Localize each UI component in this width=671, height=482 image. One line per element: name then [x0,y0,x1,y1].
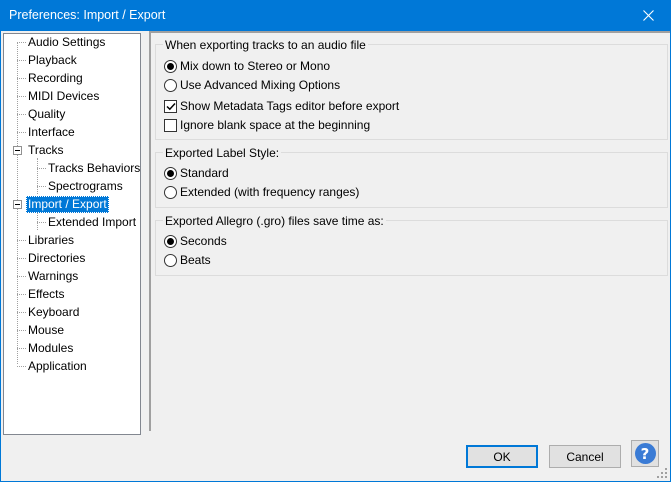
beats-label: Beats [180,253,211,267]
tree-item-interface[interactable]: Interface [26,124,77,141]
tree-item-audio-settings[interactable]: Audio Settings [26,34,107,51]
close-icon [642,10,654,21]
tree-item-keyboard[interactable]: Keyboard [26,304,81,321]
ignore-blank-checkbox[interactable] [164,118,177,132]
dialog-body: Audio Settings Playback Recording MIDI D… [0,31,671,482]
show-metadata-label: Show Metadata Tags editor before export [180,99,400,113]
mix-down-radio[interactable] [164,59,177,73]
advanced-mixing-radio[interactable] [164,78,177,92]
standard-label: Standard [180,166,229,180]
advanced-mixing-label: Use Advanced Mixing Options [180,78,341,92]
tree-item-libraries[interactable]: Libraries [26,232,76,249]
ignore-blank-option[interactable]: Ignore blank space at the beginning [164,117,370,133]
settings-panel: When exporting tracks to an audio file M… [149,31,670,431]
resize-grip-icon[interactable] [657,468,667,478]
label-style-group: Exported Label Style: Standard Extended … [155,146,668,208]
show-metadata-option[interactable]: Show Metadata Tags editor before export [164,98,399,114]
cancel-button[interactable]: Cancel [549,445,621,468]
window-title: Preferences: Import / Export [9,8,166,22]
export-options-group: When exporting tracks to an audio file M… [155,38,668,140]
close-button[interactable] [625,0,671,31]
tree-item-midi-devices[interactable]: MIDI Devices [26,88,101,105]
seconds-option[interactable]: Seconds [164,233,227,249]
tree-item-playback[interactable]: Playback [26,52,79,69]
allegro-title: Exported Allegro (.gro) files save time … [163,214,386,228]
seconds-radio[interactable] [164,234,177,248]
tree-item-effects[interactable]: Effects [26,286,66,303]
extended-option[interactable]: Extended (with frequency ranges) [164,184,359,200]
extended-radio[interactable] [164,185,177,199]
tree-item-mouse[interactable]: Mouse [26,322,66,339]
tree-item-application[interactable]: Application [26,358,89,375]
standard-option[interactable]: Standard [164,165,229,181]
mix-down-option[interactable]: Mix down to Stereo or Mono [164,58,330,74]
preferences-tree[interactable]: Audio Settings Playback Recording MIDI D… [3,33,141,435]
tree-import-line [37,212,38,230]
tree-item-recording[interactable]: Recording [26,70,85,87]
beats-option[interactable]: Beats [164,252,211,268]
checkmark-icon [165,102,176,110]
help-button[interactable]: ? [631,440,659,467]
tree-item-modules[interactable]: Modules [26,340,75,357]
tree-item-quality[interactable]: Quality [26,106,67,123]
tree-tracks-line [37,158,38,194]
tree-item-directories[interactable]: Directories [26,250,87,267]
mix-down-label: Mix down to Stereo or Mono [180,59,331,73]
ok-button[interactable]: OK [466,445,538,468]
standard-radio[interactable] [164,166,177,180]
title-bar: Preferences: Import / Export [0,0,671,31]
show-metadata-checkbox[interactable] [164,99,177,113]
tree-item-spectrograms[interactable]: Spectrograms [46,178,125,195]
tree-item-tracks-behaviors[interactable]: Tracks Behaviors [46,160,142,177]
seconds-label: Seconds [180,234,227,248]
beats-radio[interactable] [164,253,177,267]
export-group-title: When exporting tracks to an audio file [163,38,368,52]
tracks-collapse-icon[interactable] [13,146,22,155]
tree-item-tracks[interactable]: Tracks [26,142,66,159]
tree-item-import-export[interactable]: Import / Export [26,196,109,213]
ignore-blank-label: Ignore blank space at the beginning [180,118,371,132]
import-export-collapse-icon[interactable] [13,200,22,209]
help-icon: ? [634,443,656,464]
extended-label: Extended (with frequency ranges) [180,185,360,199]
advanced-mixing-option[interactable]: Use Advanced Mixing Options [164,77,340,93]
label-style-title: Exported Label Style: [163,146,282,160]
tree-item-warnings[interactable]: Warnings [26,268,80,285]
allegro-group: Exported Allegro (.gro) files save time … [155,214,668,276]
tree-item-extended-import[interactable]: Extended Import [46,214,138,231]
